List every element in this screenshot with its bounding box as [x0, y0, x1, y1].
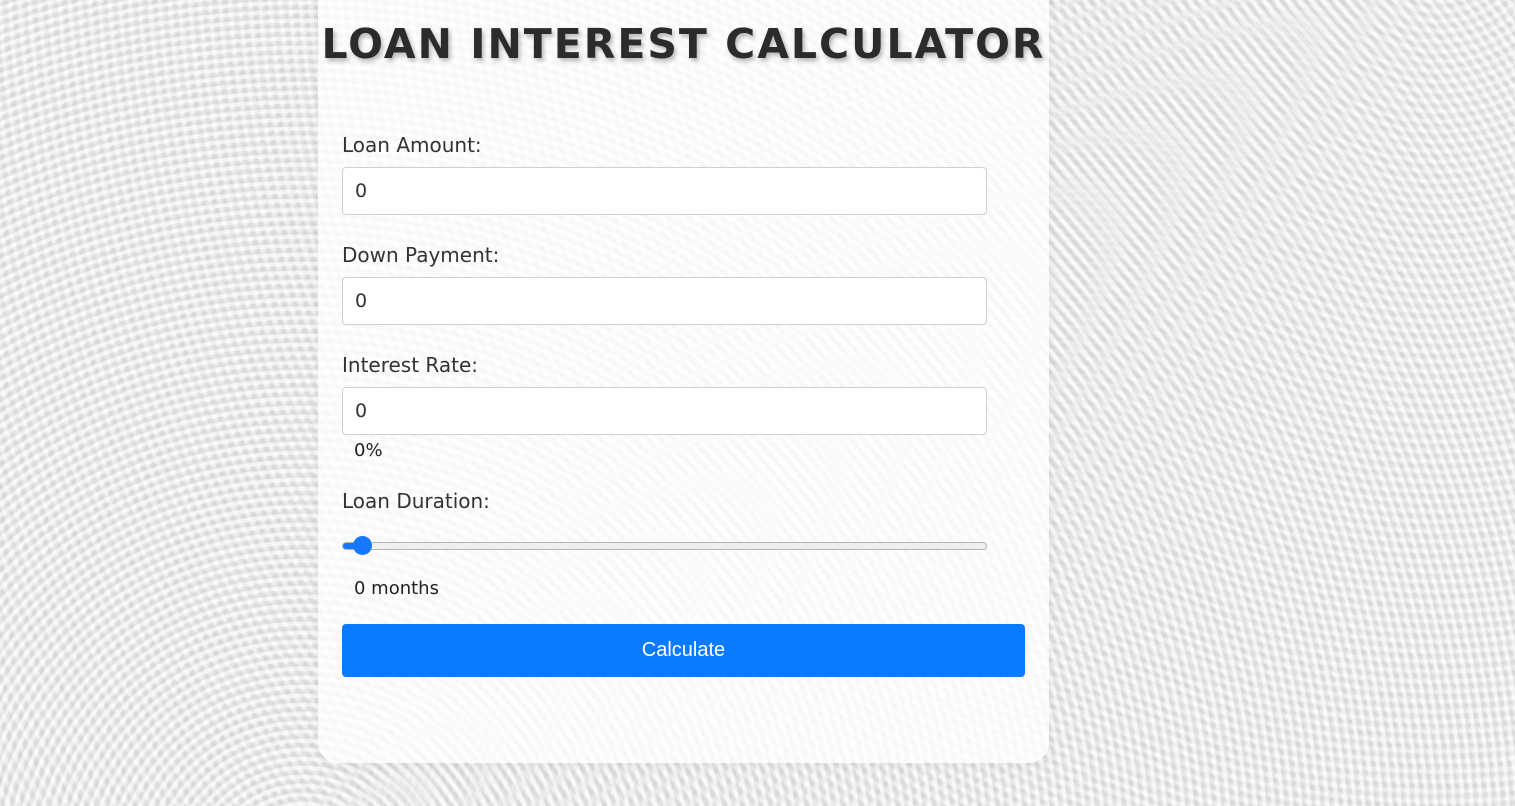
calculate-button[interactable]: Calculate	[342, 624, 1025, 677]
loan-amount-input[interactable]	[342, 167, 987, 215]
loan-duration-slider-thumb[interactable]	[353, 536, 373, 555]
interest-rate-input[interactable]	[342, 387, 987, 435]
down-payment-input[interactable]	[342, 277, 987, 325]
loan-duration-label: Loan Duration:	[342, 489, 490, 513]
loan-amount-label: Loan Amount:	[342, 133, 482, 157]
interest-rate-display: 0%	[354, 440, 383, 461]
loan-duration-display: 0 months	[354, 578, 439, 599]
calculator-card: LOAN INTEREST CALCULATOR Loan Amount: Do…	[318, 0, 1049, 763]
interest-rate-label: Interest Rate:	[342, 353, 479, 377]
down-payment-label: Down Payment:	[342, 243, 500, 267]
loan-duration-slider[interactable]	[342, 536, 987, 555]
page-title: LOAN INTEREST CALCULATOR	[321, 20, 1046, 68]
